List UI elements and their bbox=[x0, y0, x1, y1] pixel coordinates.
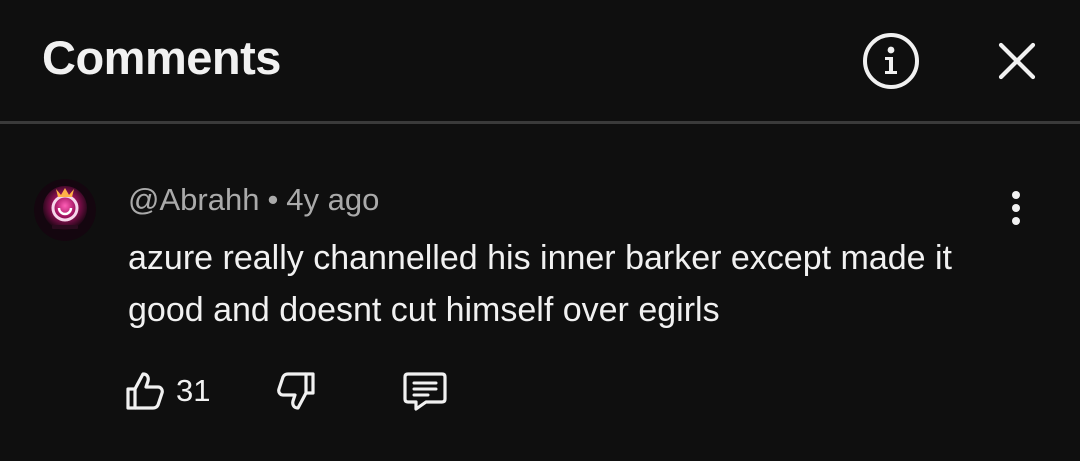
close-button[interactable] bbox=[990, 34, 1044, 88]
thumbs-up-icon bbox=[126, 372, 164, 410]
avatar[interactable] bbox=[34, 179, 96, 241]
comment-author[interactable]: @Abrahh bbox=[128, 182, 259, 217]
comment-actions: 31 bbox=[0, 364, 1080, 418]
panel-title: Comments bbox=[42, 31, 281, 84]
comment-meta: @Abrahh • 4y ago bbox=[128, 182, 379, 218]
info-button[interactable] bbox=[860, 30, 922, 92]
avatar-icon bbox=[34, 179, 96, 241]
more-actions-button[interactable] bbox=[998, 188, 1034, 228]
comments-panel: Comments @Abrahh • 4y ago azure really c… bbox=[0, 0, 1080, 461]
like-button[interactable]: 31 bbox=[124, 368, 210, 414]
like-count: 31 bbox=[176, 373, 211, 408]
meta-separator: • bbox=[267, 182, 279, 217]
comment-time: 4y ago bbox=[286, 182, 380, 217]
comment-text: azure really channelled his inner barker… bbox=[128, 239, 953, 329]
more-vertical-icon bbox=[1012, 191, 1020, 225]
reply-icon bbox=[403, 372, 447, 411]
close-icon bbox=[998, 42, 1036, 80]
thumbs-down-icon bbox=[277, 372, 315, 410]
dislike-button[interactable] bbox=[272, 368, 320, 414]
info-circle-icon bbox=[863, 33, 919, 89]
comments-header: Comments bbox=[0, 0, 1080, 122]
reply-button[interactable] bbox=[400, 368, 450, 414]
comment-item: @Abrahh • 4y ago azure really channelled h… bbox=[0, 124, 1080, 461]
